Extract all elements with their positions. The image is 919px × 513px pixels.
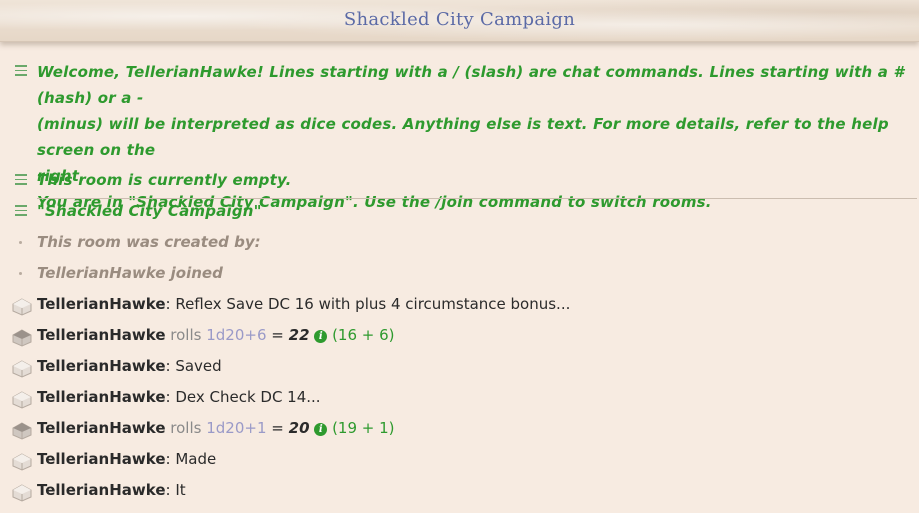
roll-total: 20 [288, 419, 310, 437]
message-text: : Reflex Save DC 16 with plus 4 circumst… [165, 295, 571, 313]
sender-name[interactable]: TellerianHawke [37, 357, 166, 375]
sender-name[interactable]: TellerianHawke [37, 481, 166, 499]
message-text: : It [165, 481, 186, 499]
message-text: : Dex Check DC 14... [165, 388, 321, 406]
equals-sign: = [271, 326, 284, 344]
dice-icon [12, 391, 32, 409]
dice-icon [12, 484, 32, 502]
sender-name[interactable]: TellerianHawke [37, 388, 166, 406]
info-icon[interactable]: i [314, 423, 328, 436]
sender-name[interactable]: TellerianHawke [37, 450, 166, 468]
dice-icon [12, 360, 32, 378]
message-text: : Made [165, 450, 217, 468]
dice-roll-message: TellerianHawke rolls 1d20+6 = 22 i (16 +… [37, 326, 395, 344]
rolls-label: rolls [170, 419, 202, 437]
chat-message: TellerianHawke: Reflex Save DC 16 with p… [37, 295, 570, 313]
roll-detail: (16 + 6) [332, 326, 395, 344]
dice-icon [12, 329, 32, 347]
sender-name[interactable]: TellerianHawke [37, 419, 166, 437]
chat-message: TellerianHawke: Dex Check DC 14... [37, 388, 321, 406]
roll-total: 22 [288, 326, 310, 344]
chat-message: TellerianHawke: It [37, 481, 186, 499]
dice-icon [12, 453, 32, 471]
room-name: "Shackled City Campaign" [37, 202, 262, 220]
message-text: : Saved [165, 357, 222, 375]
dice-code: 1d20+1 [206, 419, 267, 437]
room-created: This room was created by: [37, 233, 261, 251]
chat-message: TellerianHawke: Saved [37, 357, 222, 375]
menu-lines-icon [15, 65, 27, 77]
sender-name[interactable]: TellerianHawke [37, 326, 166, 344]
sender-name[interactable]: TellerianHawke [37, 295, 166, 313]
joined-notice: TellerianHawke joined [37, 264, 223, 282]
bullet-dot [19, 272, 22, 275]
equals-sign: = [271, 419, 284, 437]
info-icon[interactable]: i [314, 330, 328, 343]
bullet-dot [19, 241, 22, 244]
menu-lines-icon [15, 205, 27, 217]
menu-lines-icon [15, 174, 27, 186]
title-bar: Shackled City Campaign [0, 0, 919, 42]
chat-message: TellerianHawke: Made [37, 450, 216, 468]
room-status: This room is currently empty. [37, 171, 292, 189]
welcome-line: (minus) will be interpreted as dice code… [37, 115, 889, 159]
welcome-line: Welcome, TellerianHawke! Lines starting … [37, 63, 905, 107]
room-title: Shackled City Campaign [343, 9, 576, 30]
dice-code: 1d20+6 [206, 326, 267, 344]
dice-roll-message: TellerianHawke rolls 1d20+1 = 20 i (19 +… [37, 419, 395, 437]
roll-detail: (19 + 1) [332, 419, 395, 437]
rolls-label: rolls [170, 326, 202, 344]
dice-icon [12, 422, 32, 440]
dice-icon [12, 298, 32, 316]
